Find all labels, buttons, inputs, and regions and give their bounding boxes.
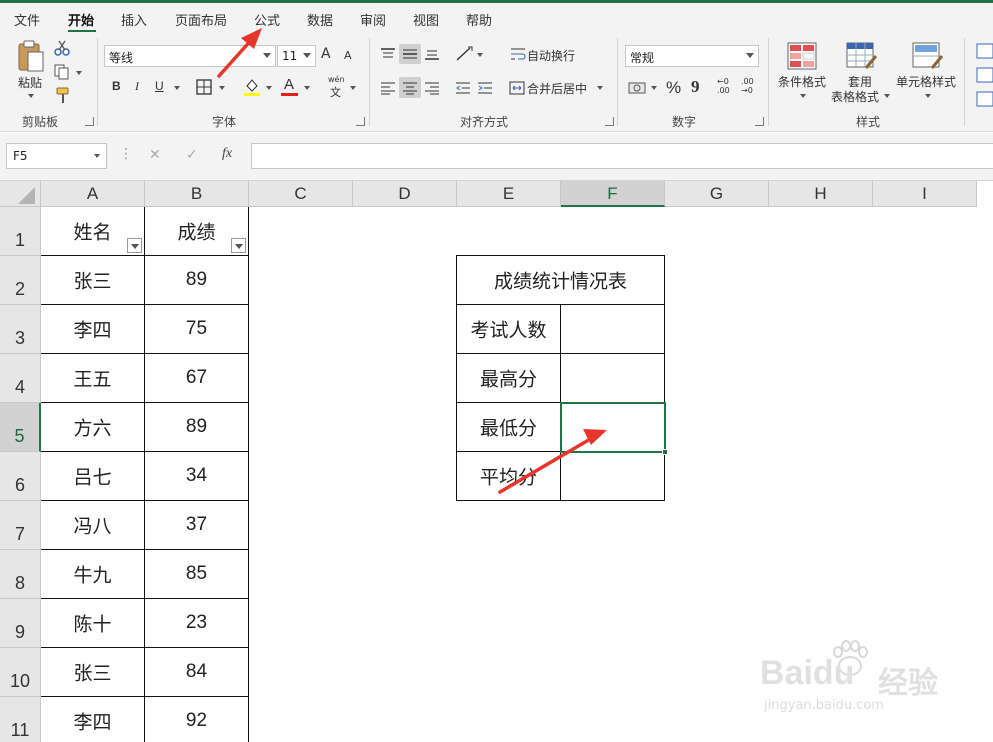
arrow-to-active-cell <box>498 429 607 494</box>
watermark-brand-cn: 经验 <box>878 666 938 701</box>
watermark-brand: Baidu <box>760 654 855 692</box>
arrow-to-formulas-tab <box>217 28 262 78</box>
annotation-layer <box>217 28 607 494</box>
baidu-jingyan-watermark: Baidu 经验 jingyan.baidu.com <box>760 640 990 720</box>
watermark-url: jingyan.baidu.com <box>764 698 884 713</box>
